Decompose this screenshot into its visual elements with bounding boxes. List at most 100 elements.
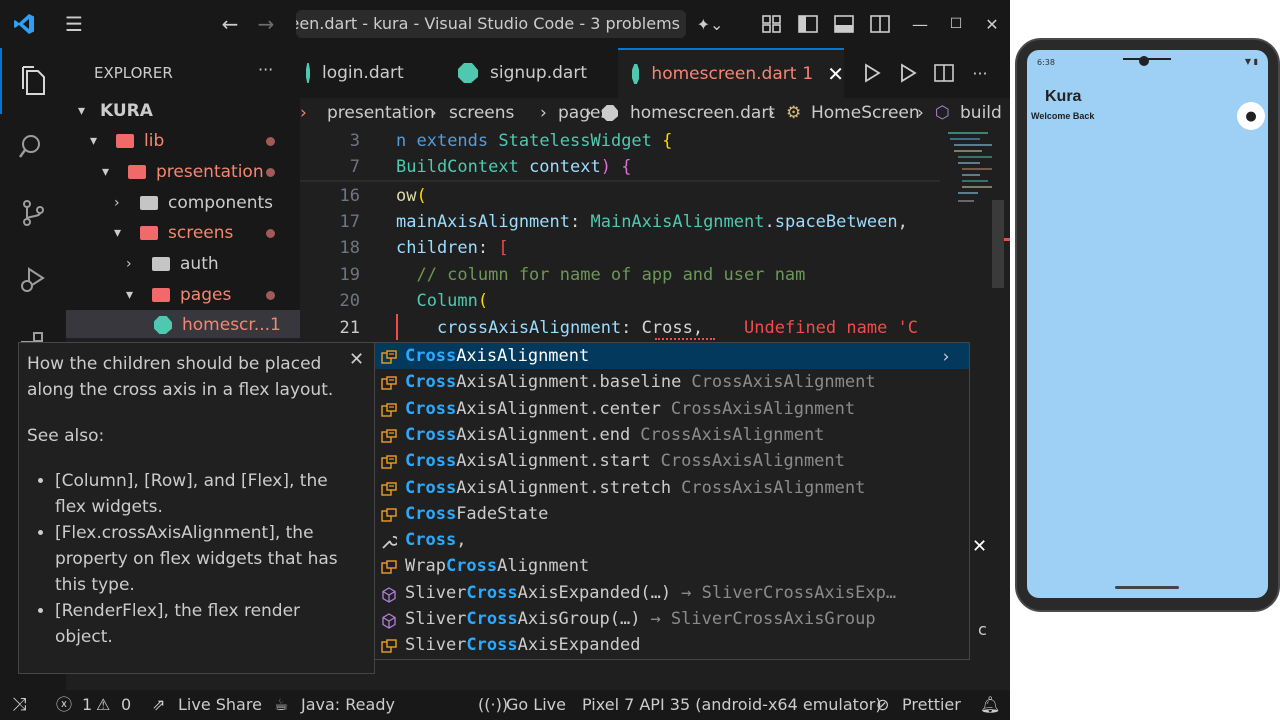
- suggestion-label: CrossAxisAlignment.baseline CrossAxisAlig…: [405, 372, 876, 393]
- breadcrumb-item[interactable]: pages: [558, 98, 609, 128]
- suggestion-item[interactable]: CrossAxisAlignment: [375, 343, 969, 370]
- code-line[interactable]: 3 n extends StatelessWidget {: [300, 128, 940, 154]
- suggestion-item[interactable]: Cross,: [375, 527, 969, 553]
- chevron-down-icon[interactable]: ▾: [126, 280, 133, 310]
- go-live-icon[interactable]: ((·)): [478, 690, 508, 720]
- tree-item[interactable]: ▾ presentation: [66, 157, 300, 187]
- java-icon[interactable]: ☕: [274, 690, 288, 720]
- suggestion-label: CrossAxisAlignment.end CrossAxisAlignment: [405, 424, 825, 445]
- scrollbar-thumb[interactable]: [992, 200, 1004, 288]
- toggle-secondary-sidebar-icon[interactable]: [864, 8, 896, 40]
- close-details-icon[interactable]: ✕: [349, 349, 364, 370]
- code-editor[interactable]: 3 n extends StatelessWidget {7 BuildContex…: [300, 128, 940, 343]
- suggestion-item[interactable]: CrossAxisAlignment.stretch CrossAxisAlign…: [375, 475, 969, 501]
- suggestion-widget[interactable]: CrossAxisAlignment CrossAxisAlignment.bas…: [374, 342, 970, 660]
- forward-arrow-icon[interactable]: →: [250, 8, 282, 40]
- suggestion-item[interactable]: SliverCrossAxisExpanded: [375, 632, 969, 658]
- debug-run-icon[interactable]: [892, 57, 924, 89]
- code-line[interactable]: 18 children: [: [300, 235, 940, 261]
- suggestion-label: WrapCrossAlignment: [405, 556, 590, 577]
- tree-item[interactable]: › components: [66, 188, 300, 218]
- error-count[interactable]: 1: [82, 690, 92, 720]
- tab-login[interactable]: login.dart: [300, 48, 440, 98]
- remote-indicator-icon[interactable]: ⤨: [12, 690, 26, 720]
- close-window-icon[interactable]: ✕: [976, 8, 1008, 40]
- maximize-icon[interactable]: ☐: [940, 8, 972, 40]
- command-center[interactable]: screen.dart - kura - Visual Studio Code …: [296, 10, 686, 38]
- tab-signup[interactable]: signup.dart: [448, 48, 618, 98]
- breadcrumb-item[interactable]: homescreen.dart: [630, 98, 775, 128]
- chevron-down-icon[interactable]: ▾: [102, 157, 109, 187]
- tab-homescreen[interactable]: homescreen.dart 1 ✕: [618, 48, 844, 98]
- code-line[interactable]: 17 mainAxisAlignment: MainAxisAlignment.s…: [300, 209, 940, 235]
- customize-layout-icon[interactable]: [756, 8, 788, 40]
- tree-item[interactable]: homescr... 1: [66, 310, 300, 338]
- suggestion-item[interactable]: CrossFadeState: [375, 501, 969, 527]
- tree-item[interactable]: ▾ screens: [66, 218, 300, 248]
- copilot-icon[interactable]: ✦⌄: [694, 8, 726, 40]
- tree-item[interactable]: ▾ KURA: [66, 96, 300, 126]
- notifications-bell-icon[interactable]: 🔔︎: [980, 690, 1000, 720]
- suggestion-item[interactable]: WrapCrossAlignment: [375, 553, 969, 579]
- explorer-icon[interactable]: [0, 48, 66, 114]
- close-panel-icon[interactable]: ✕: [972, 536, 987, 557]
- error-squiggle: [655, 338, 715, 340]
- java-status[interactable]: Java: Ready: [301, 690, 395, 720]
- suggestion-item[interactable]: CrossAxisAlignment.baseline CrossAxisAlig…: [375, 369, 969, 395]
- chevron-right-icon[interactable]: ›: [126, 249, 132, 279]
- folder-icon: [140, 196, 158, 210]
- tree-item[interactable]: › auth: [66, 249, 300, 279]
- chevron-down-icon[interactable]: ▾: [90, 126, 97, 156]
- live-share-icon[interactable]: ⇗: [152, 690, 165, 720]
- profile-avatar-icon[interactable]: ●: [1237, 102, 1265, 130]
- doc-summary: How the children should be placed along …: [27, 354, 334, 400]
- code-line[interactable]: 16 ow(: [300, 183, 940, 209]
- tree-item[interactable]: ▾ lib: [66, 126, 300, 156]
- code-line[interactable]: 21 crossAxisAlignment: Cross, Undefined …: [300, 315, 940, 341]
- source-control-icon[interactable]: [0, 180, 66, 246]
- chevron-down-icon[interactable]: ▾: [78, 96, 85, 126]
- tree-item[interactable]: ▾ pages: [66, 280, 300, 310]
- suggestion-item[interactable]: SliverCrossAxisGroup(…) → SliverCrossAxis…: [375, 606, 969, 632]
- read-more-chevron-icon[interactable]: ›: [941, 344, 951, 370]
- toggle-sidebar-icon[interactable]: [792, 8, 824, 40]
- prettier-icon[interactable]: ⊘: [876, 690, 889, 720]
- suggestion-item[interactable]: CrossAxisAlignment.start CrossAxisAlignme…: [375, 448, 969, 474]
- line-number: 16: [339, 186, 360, 206]
- breadcrumb-item[interactable]: build: [960, 98, 1002, 128]
- live-share-button[interactable]: Live Share: [178, 690, 262, 720]
- minimap[interactable]: [940, 128, 1010, 288]
- breadcrumb-item[interactable]: HomeScreen: [811, 98, 920, 128]
- chevron-down-icon[interactable]: ▾: [114, 218, 121, 248]
- go-live-button[interactable]: Go Live: [506, 690, 566, 720]
- close-tab-icon[interactable]: ✕: [827, 62, 844, 86]
- prettier-button[interactable]: Prettier: [902, 690, 961, 720]
- chevron-right-icon[interactable]: ›: [114, 188, 120, 218]
- code-line[interactable]: 20 Column(: [300, 288, 940, 314]
- breadcrumb-item[interactable]: screens: [449, 98, 514, 128]
- back-arrow-icon[interactable]: ←: [214, 8, 246, 40]
- minimize-icon[interactable]: —: [904, 8, 936, 40]
- more-actions-icon[interactable]: ···: [964, 57, 996, 89]
- code-line[interactable]: 7 BuildContext context) {: [300, 154, 940, 180]
- suggestion-item[interactable]: CrossAxisAlignment.center CrossAxisAlignm…: [375, 396, 969, 422]
- modified-dot: [266, 137, 275, 146]
- split-editor-icon[interactable]: [928, 57, 960, 89]
- more-actions-icon[interactable]: ···: [258, 60, 273, 79]
- warning-icon[interactable]: ⚠: [96, 690, 110, 720]
- suggestion-item[interactable]: CrossAxisAlignment.end CrossAxisAlignment: [375, 422, 969, 448]
- tree-item-label: auth: [180, 254, 219, 274]
- gesture-bar[interactable]: [1115, 586, 1179, 589]
- breadcrumb-item[interactable]: presentation: [327, 98, 435, 128]
- phone-screen[interactable]: 6:38 ▼ ▮ Kura Welcome Back ●: [1027, 50, 1268, 598]
- device-selector[interactable]: Pixel 7 API 35 (android-x64 emulator): [582, 690, 882, 720]
- menu-icon[interactable]: ☰: [58, 8, 90, 40]
- search-icon[interactable]: [0, 114, 66, 180]
- run-debug-icon[interactable]: [0, 246, 66, 312]
- errors-icon[interactable]: ⓧ: [56, 690, 72, 720]
- warning-count[interactable]: 0: [121, 690, 131, 720]
- code-line[interactable]: 19 // column for name of app and user na…: [300, 262, 940, 288]
- toggle-panel-icon[interactable]: [828, 8, 860, 40]
- suggestion-item[interactable]: SliverCrossAxisExpanded(…) → SliverCrossA…: [375, 580, 969, 606]
- run-icon[interactable]: [856, 57, 888, 89]
